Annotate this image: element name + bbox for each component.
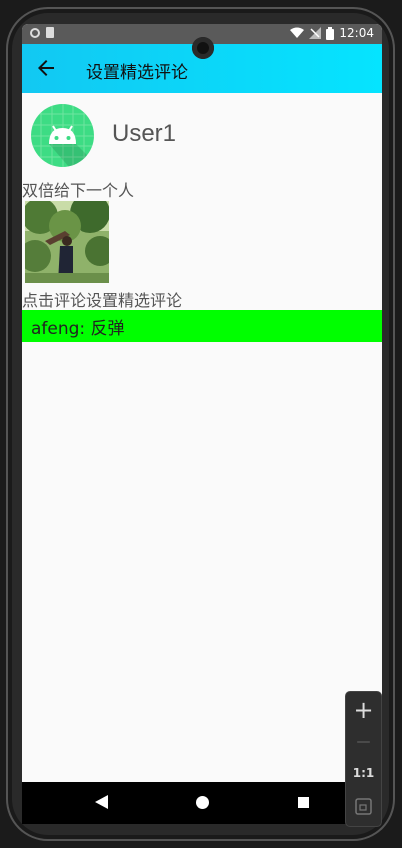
username: User1 [112,120,177,147]
notification-icon [30,27,40,38]
zoom-reset-button[interactable]: 1:1 [346,766,381,780]
comment-item[interactable]: afeng: 反弹 [22,310,382,342]
zoom-control: + — 1:1 [346,692,381,826]
sd-card-icon [46,27,54,38]
status-time: 12:04 [339,26,374,40]
app-screen: 12:04 设置精选评论 User1 双倍给下一个人 点击评论设置精选评论 af… [22,24,382,824]
signal-icon [309,27,322,39]
zoom-out-button[interactable]: — [346,734,381,750]
back-arrow-icon[interactable] [34,56,58,80]
nav-home-icon[interactable] [196,796,209,809]
nav-back-icon[interactable] [95,795,108,809]
page-title: 设置精选评论 [86,63,188,83]
avatar[interactable] [31,104,94,167]
comment-text: afeng: 反弹 [31,318,125,339]
battery-icon [326,26,335,40]
android-icon [31,104,94,167]
wifi-icon [290,27,305,38]
fit-screen-icon[interactable] [355,798,372,815]
hint-text: 点击评论设置精选评论 [22,291,183,310]
front-camera [192,37,214,59]
navigation-bar [22,782,382,824]
nav-recents-icon[interactable] [298,797,309,808]
post-photo[interactable] [25,201,109,283]
person-in-tree-photo [25,201,109,283]
zoom-in-button[interactable]: + [346,696,381,724]
post-text: 双倍给下一个人 [22,181,135,200]
